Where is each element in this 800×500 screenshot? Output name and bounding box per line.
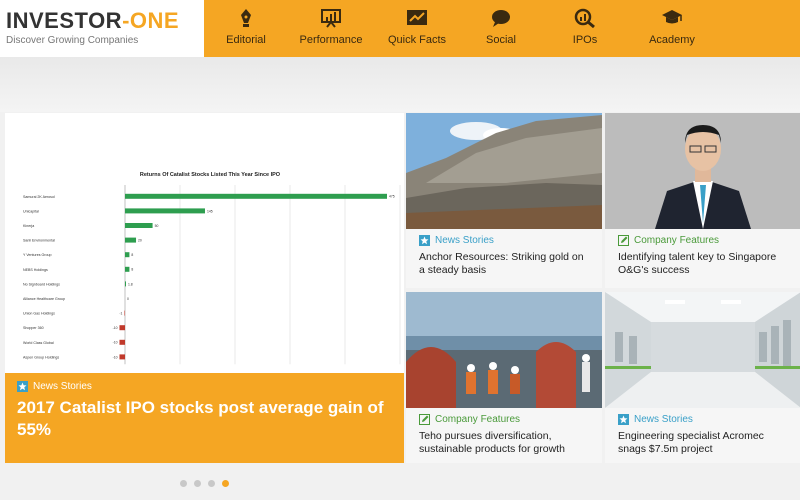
story-card[interactable]: Company Features Teho pursues diversific… xyxy=(406,292,602,463)
hero-category[interactable]: News Stories xyxy=(17,381,392,392)
chart-bar xyxy=(125,281,126,287)
chart-category-label: Unicapital xyxy=(23,209,39,213)
chart-value-label: 8 xyxy=(131,253,133,257)
logo-title-accent: -ONE xyxy=(122,8,180,33)
card-category[interactable]: News Stories xyxy=(419,235,589,246)
chart-category-label: World Class Global xyxy=(23,341,54,345)
presentation-chart-icon xyxy=(321,9,341,28)
nav-label: IPOs xyxy=(572,34,598,46)
feature-pencil-icon xyxy=(618,235,629,246)
chart-value-label: 50 xyxy=(155,224,159,228)
nav-label: Performance xyxy=(299,34,363,46)
nav-item-academy[interactable]: Academy xyxy=(640,0,704,57)
carousel-dot[interactable] xyxy=(208,480,215,487)
chart-category-label: NEBS Holdings xyxy=(23,268,48,272)
chart-value-label: -1 xyxy=(119,312,122,316)
feature-pencil-icon xyxy=(419,414,430,425)
chart-category-label: No Signboard Holdings xyxy=(23,282,60,286)
chart-bar xyxy=(119,354,125,360)
pen-nib-icon xyxy=(241,9,251,27)
returns-bar-chart: Returns Of Catalist Stocks Listed This Y… xyxy=(23,172,401,365)
card-category-label: News Stories xyxy=(634,414,693,425)
news-star-icon xyxy=(618,414,629,425)
card-title[interactable]: Teho pursues diversification, sustainabl… xyxy=(419,430,589,456)
chart-bar xyxy=(125,266,130,272)
nav-label: Quick Facts xyxy=(387,34,447,46)
story-card[interactable]: News Stories Anchor Resources: Striking … xyxy=(406,113,602,288)
card-title[interactable]: Identifying talent key to Singapore O&G'… xyxy=(618,251,788,277)
nav-label: Social xyxy=(486,34,516,46)
chart-value-label: -10 xyxy=(113,326,118,330)
chart-bar xyxy=(124,310,125,316)
chart-title: Returns Of Catalist Stocks Listed This Y… xyxy=(140,172,281,178)
card-category-label: Company Features xyxy=(634,235,720,246)
card-image-quarry xyxy=(406,113,602,229)
chart-bar xyxy=(125,193,387,199)
carousel-dot-active[interactable] xyxy=(222,480,229,487)
chart-value-label: -10 xyxy=(113,341,118,345)
story-card[interactable]: Company Features Identifying talent key … xyxy=(605,113,800,288)
nav-item-ipos[interactable]: IPOs xyxy=(556,0,614,57)
magnifier-chart-icon xyxy=(574,8,595,28)
chart-category-label: Aspen Group Holdings xyxy=(23,355,59,359)
chart-value-label: 20 xyxy=(138,239,142,243)
nav-label: Academy xyxy=(649,34,695,46)
chart-bar xyxy=(125,237,137,243)
card-image-portrait xyxy=(605,113,800,229)
background-band xyxy=(0,57,800,112)
chart-value-label: 475 xyxy=(389,195,395,199)
chart-category-label: Alliance Healthcare Group xyxy=(23,297,65,301)
hero-title[interactable]: 2017 Catalist IPO stocks post average ga… xyxy=(17,397,392,441)
chart-value-label: -10 xyxy=(113,355,118,359)
card-category-label: News Stories xyxy=(435,235,494,246)
story-card[interactable]: News Stories Engineering specialist Acro… xyxy=(605,292,800,463)
chart-category-label: Samurai 2K Aerosol xyxy=(23,195,55,199)
nav-item-social[interactable]: Social xyxy=(470,0,532,57)
nav-item-performance[interactable]: Performance xyxy=(296,0,366,57)
chart-category-label: Shopper 360 xyxy=(23,326,44,330)
chart-value-label: 8 xyxy=(131,268,133,272)
card-image-cleanroom xyxy=(605,292,800,408)
carousel-dots xyxy=(180,480,229,487)
chart-bar xyxy=(119,325,125,331)
card-category-label: Company Features xyxy=(435,414,521,425)
chart-category-label: Y Ventures Group xyxy=(23,253,52,257)
site-logo[interactable]: INVESTOR-ONE Discover Growing Companies xyxy=(0,0,204,57)
trend-chart-icon xyxy=(407,10,427,25)
news-star-icon xyxy=(17,381,28,392)
site-header: INVESTOR-ONE Discover Growing Companies … xyxy=(0,0,800,57)
nav-label: Editorial xyxy=(226,34,266,46)
chart-category-label: Sanli Environmental xyxy=(23,239,55,243)
carousel-dot[interactable] xyxy=(180,480,187,487)
chart-category-label: Union Gas Holdings xyxy=(23,312,55,316)
graduation-cap-icon xyxy=(662,10,682,24)
hero-caption[interactable]: News Stories 2017 Catalist IPO stocks po… xyxy=(5,373,404,463)
chart-bar xyxy=(119,339,125,345)
speech-bubble-icon xyxy=(492,10,510,27)
hero-category-label: News Stories xyxy=(33,381,92,392)
logo-title: INVESTOR-ONE xyxy=(6,8,204,34)
card-category[interactable]: Company Features xyxy=(419,414,589,425)
logo-title-main: INVESTOR xyxy=(6,8,123,33)
card-title[interactable]: Anchor Resources: Striking gold on a ste… xyxy=(419,251,589,277)
news-star-icon xyxy=(419,235,430,246)
main-nav: Editorial Performance Quick Facts Social… xyxy=(204,0,800,57)
card-title[interactable]: Engineering specialist Acromec snags $7.… xyxy=(618,430,788,456)
chart-value-label: 1.8 xyxy=(128,282,133,286)
chart-bar xyxy=(125,208,205,214)
card-category[interactable]: News Stories xyxy=(618,414,788,425)
chart-value-label: 0 xyxy=(127,297,129,301)
card-image-workers xyxy=(406,292,602,408)
nav-item-quick-facts[interactable]: Quick Facts xyxy=(384,0,450,57)
chart-bar xyxy=(125,252,130,258)
chart-bar xyxy=(125,223,153,228)
chart-value-label: 145 xyxy=(207,209,213,213)
logo-tagline: Discover Growing Companies xyxy=(6,35,139,46)
chart-category-label: Kinerja xyxy=(23,224,34,228)
nav-item-editorial[interactable]: Editorial xyxy=(212,0,280,57)
carousel-dot[interactable] xyxy=(194,480,201,487)
card-category[interactable]: Company Features xyxy=(618,235,788,246)
